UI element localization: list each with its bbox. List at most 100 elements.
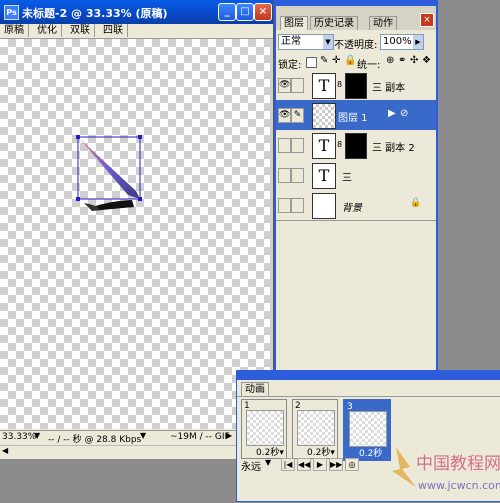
loop-dropdown-icon[interactable]: ▼ <box>265 458 271 467</box>
link-slot[interactable] <box>291 78 304 93</box>
lock-label: 锁定: <box>278 60 302 71</box>
blend-row: 正常 ▼ 不透明度: 100% ▶ <box>276 34 436 52</box>
loop-select[interactable]: 永远 <box>241 458 261 473</box>
layer-row[interactable]: 👁 T 8 三 副本 <box>276 70 436 101</box>
animation-title-strip[interactable] <box>237 371 500 380</box>
layer-name[interactable]: 三 <box>342 169 352 184</box>
tab-animation[interactable]: 动画 <box>241 382 269 396</box>
view-tabs: 原稿 优化 双联 四联 <box>0 24 273 39</box>
pixel-layer-thumb <box>312 103 336 129</box>
text-layer-thumb: T <box>312 163 336 189</box>
scroll-left-icon[interactable]: ◀ <box>2 446 8 455</box>
file-size: ~19M / -- GIF <box>170 432 230 442</box>
animation-frames: 1 0.2秒▾ 2 0.2秒▾ 3 0.2秒 永远 ▼ |◀ ◀◀ ▶ ▶▶ ◎ <box>237 396 500 502</box>
lock-brush-icon[interactable]: ✎ <box>320 55 329 66</box>
chain-link-icon[interactable]: 8 <box>337 140 343 150</box>
transform-handle <box>76 197 80 201</box>
frame-thumbnail <box>349 411 387 447</box>
blend-mode-value: 正常 <box>281 36 301 47</box>
play-icon[interactable]: ▶ <box>313 458 327 471</box>
blend-mode-select[interactable]: 正常 ▼ <box>278 34 334 50</box>
status-right-arrow-icon[interactable]: ▶ <box>226 431 232 440</box>
lock-all-icon[interactable]: 🔒 <box>344 55 356 66</box>
chain-link-icon[interactable]: 8 <box>337 80 343 90</box>
unify-label: 统一: <box>357 60 381 71</box>
tab-original[interactable]: 原稿 <box>0 24 29 37</box>
opacity-label: 不透明度: <box>334 40 378 51</box>
zoom-dropdown-icon[interactable]: ▼ <box>34 431 40 440</box>
document-window: Ps 未标题-2 @ 33.33% (原稿) _ □ × 原稿 优化 双联 四联 <box>0 0 274 459</box>
eye-slot[interactable] <box>278 198 291 213</box>
lock-row: 锁定: ✎ ✛ 🔒 统一: ⊕ ⚭ ✣ ❖ <box>276 54 436 71</box>
next-frame-icon[interactable]: ▶▶ <box>329 458 343 471</box>
tab-layers[interactable]: 图层 <box>280 16 308 30</box>
download-time: -- / -- 秒 @ 28.8 Kbps <box>48 435 142 445</box>
document-title: 未标题-2 @ 33.33% (原稿) <box>22 7 168 20</box>
tab-actions[interactable]: 动作 <box>369 16 397 30</box>
document-status-bar: 33.33% ▼ -- / -- 秒 @ 28.8 Kbps ▼ ~19M / … <box>0 430 273 445</box>
layer-mask-thumb[interactable] <box>345 73 367 99</box>
canvas[interactable] <box>0 39 270 429</box>
animation-frame[interactable]: 2 0.2秒▾ <box>292 399 338 459</box>
layer-name[interactable]: 背景 <box>342 199 362 214</box>
text-layer-thumb: T <box>312 133 336 159</box>
eye-slot[interactable] <box>278 138 291 153</box>
status-dropdown-icon[interactable]: ▼ <box>140 431 146 440</box>
tab-history[interactable]: 历史记录 <box>310 16 358 30</box>
document-title-bar[interactable]: Ps 未标题-2 @ 33.33% (原稿) _ □ × <box>0 0 273 24</box>
tab-2up[interactable]: 双联 <box>66 24 95 37</box>
background-thumb <box>312 193 336 219</box>
frame-thumbnail <box>246 410 284 446</box>
layer-style-icon[interactable]: ⊘ <box>400 108 408 119</box>
close-button[interactable]: × <box>254 3 272 21</box>
lock-move-icon[interactable]: ✛ <box>332 55 341 66</box>
layer-name[interactable]: 图层 1 <box>338 109 368 124</box>
maximize-button[interactable]: □ <box>236 3 254 21</box>
first-frame-icon[interactable]: |◀ <box>281 458 295 471</box>
text-layer-thumb: T <box>312 73 336 99</box>
layer-row[interactable]: T 三 <box>276 160 436 191</box>
animation-frame-active[interactable]: 3 0.2秒 <box>343 399 391 461</box>
expand-effects-icon[interactable]: ▶ <box>388 108 396 119</box>
lock-icon: 🔒 <box>410 198 422 208</box>
brush-active-icon[interactable]: ✎ <box>291 108 304 123</box>
unify-style-icon[interactable]: ✣ <box>410 55 419 66</box>
tween-icon[interactable]: ◎ <box>345 458 359 471</box>
lock-transparency-icon[interactable] <box>306 57 317 68</box>
panel-close-button[interactable]: × <box>420 13 434 27</box>
unify-visibility-icon[interactable]: ⚭ <box>398 55 407 66</box>
eye-icon[interactable]: 👁 <box>278 78 291 93</box>
frame-thumbnail <box>297 410 335 446</box>
eye-slot[interactable] <box>278 168 291 183</box>
zoom-level[interactable]: 33.33% <box>2 432 36 442</box>
link-slot[interactable] <box>291 198 304 213</box>
tab-4up[interactable]: 四联 <box>99 24 128 37</box>
transform-handle <box>76 135 80 139</box>
chevron-down-icon: ▼ <box>323 35 333 49</box>
layer-row-selected[interactable]: 👁 ✎ 图层 1 ▶ ⊘ <box>276 100 436 131</box>
brush-stroke-shape <box>80 139 140 199</box>
layer-name[interactable]: 三 副本 <box>372 79 405 94</box>
animation-controls: 永远 ▼ |◀ ◀◀ ▶ ▶▶ ◎ <box>237 457 500 473</box>
layer-name[interactable]: 三 副本 2 <box>372 139 415 154</box>
panel-tabs: 图层 历史记录 动作 × <box>276 6 436 30</box>
chevron-right-icon: ▶ <box>413 35 423 49</box>
prev-frame-icon[interactable]: ◀◀ <box>297 458 311 471</box>
transform-handle <box>138 135 142 139</box>
minimize-button[interactable]: _ <box>218 3 236 21</box>
layer-mask-thumb[interactable] <box>345 133 367 159</box>
layer-row-background[interactable]: 背景 🔒 <box>276 190 436 221</box>
propagate-icon[interactable]: ❖ <box>422 55 431 66</box>
link-slot[interactable] <box>291 168 304 183</box>
animation-frame[interactable]: 1 0.2秒▾ <box>241 399 287 459</box>
layer-row[interactable]: T 8 三 副本 2 <box>276 130 436 161</box>
animation-panel: 动画 1 0.2秒▾ 2 0.2秒▾ 3 0.2秒 永远 ▼ |◀ ◀◀ ▶ ▶… <box>236 370 500 502</box>
opacity-field[interactable]: 100% ▶ <box>380 34 424 50</box>
tab-optimized[interactable]: 优化 <box>33 24 62 37</box>
link-slot[interactable] <box>291 138 304 153</box>
canvas-artwork <box>76 135 142 211</box>
horizontal-scrollbar[interactable]: ◀ <box>0 445 273 459</box>
unify-position-icon[interactable]: ⊕ <box>386 55 395 66</box>
eye-icon[interactable]: 👁 <box>278 108 291 123</box>
document-app-icon: Ps <box>4 5 19 20</box>
